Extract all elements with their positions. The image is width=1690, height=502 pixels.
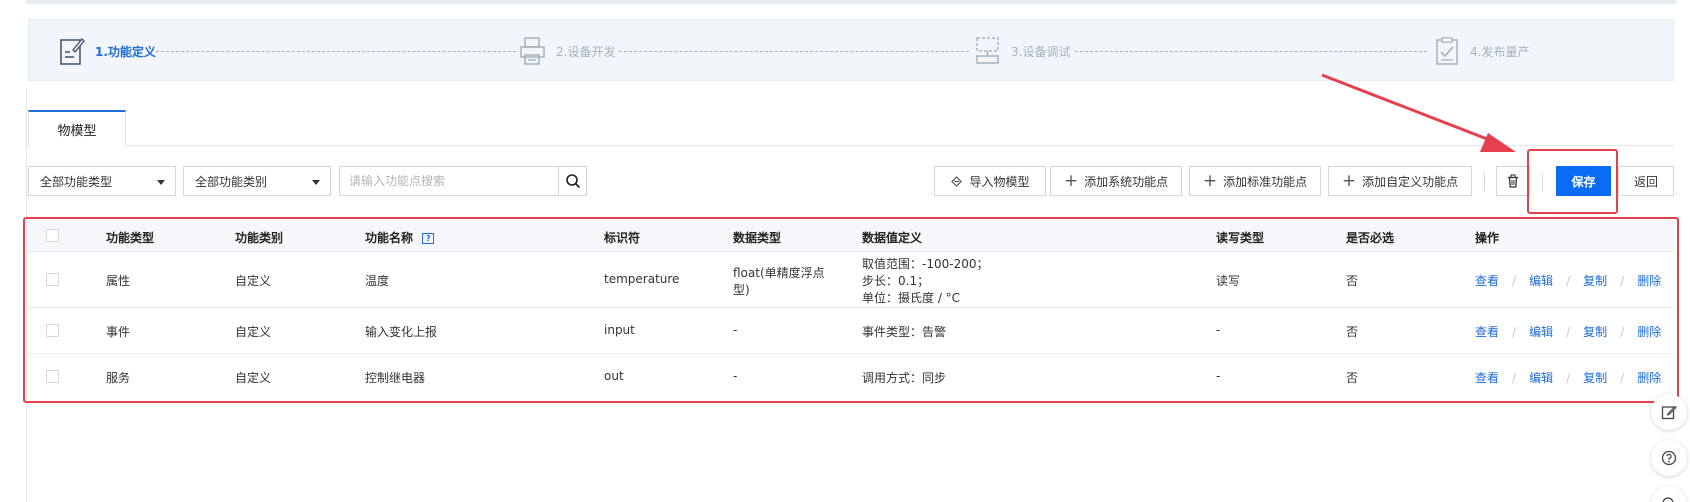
trash-icon <box>1506 174 1520 188</box>
divider <box>1484 173 1485 191</box>
clipboard-check-icon <box>1432 34 1462 68</box>
search-icon[interactable] <box>558 167 586 195</box>
step-label: 2.设备开发 <box>556 44 616 59</box>
add-system-label: 添加系统功能点 <box>1084 174 1169 189</box>
chevron-down-icon <box>312 180 320 185</box>
search-input[interactable] <box>340 167 550 195</box>
edit-float-button[interactable] <box>1651 394 1687 430</box>
add-custom-label: 添加自定义功能点 <box>1362 174 1459 189</box>
page: 1.功能定义 2.设备开发 3.设备调试 4.发布量产 物模型 全部功能类型 全… <box>0 0 1690 502</box>
tab-thing-model[interactable]: 物模型 <box>28 110 126 146</box>
import-label: 导入物模型 <box>969 174 1030 189</box>
step-connector <box>156 51 516 52</box>
table-highlight-box <box>23 217 1679 403</box>
function-category-select[interactable]: 全部功能类别 <box>183 166 331 196</box>
edit-icon <box>1661 404 1677 420</box>
printer-device-icon <box>518 34 548 68</box>
step-connector <box>1075 51 1427 52</box>
add-custom-function-button[interactable]: + 添加自定义功能点 <box>1328 166 1472 196</box>
function-type-select[interactable]: 全部功能类型 <box>28 166 176 196</box>
search-float-button[interactable] <box>1651 486 1687 502</box>
step-device-debug[interactable]: 3.设备调试 <box>973 34 1070 68</box>
document-edit-icon <box>57 34 87 68</box>
plus-icon: + <box>1341 170 1357 191</box>
back-button[interactable]: 返回 <box>1618 166 1674 196</box>
toolbar: 全部功能类型 全部功能类别 导入物模型 + 添加系统功能点 + 添加标准功能点 <box>28 166 1674 198</box>
debug-device-icon <box>973 34 1003 68</box>
plus-icon: + <box>1063 170 1079 191</box>
plus-icon: + <box>1202 170 1218 191</box>
import-icon <box>950 175 963 188</box>
step-function-definition[interactable]: 1.功能定义 <box>57 34 156 68</box>
step-connector <box>619 51 969 52</box>
step-release[interactable]: 4.发布量产 <box>1432 34 1529 68</box>
question-icon <box>1661 450 1677 466</box>
chevron-down-icon <box>157 180 165 185</box>
search-box <box>339 166 587 196</box>
step-label: 4.发布量产 <box>1470 44 1530 59</box>
step-device-development[interactable]: 2.设备开发 <box>518 34 615 68</box>
add-standard-label: 添加标准功能点 <box>1223 174 1308 189</box>
save-highlight-box <box>1527 149 1618 214</box>
add-standard-function-button[interactable]: + 添加标准功能点 <box>1189 166 1321 196</box>
import-model-button[interactable]: 导入物模型 <box>934 166 1046 196</box>
step-label: 1.功能定义 <box>95 44 156 59</box>
search-icon <box>1661 496 1677 502</box>
tab-divider <box>28 145 1674 146</box>
progress-steps: 1.功能定义 2.设备开发 3.设备调试 4.发布量产 <box>28 19 1674 81</box>
top-bar <box>26 0 1676 4</box>
delete-button[interactable] <box>1496 166 1530 196</box>
select-value: 全部功能类型 <box>40 174 113 189</box>
step-label: 3.设备调试 <box>1011 44 1071 59</box>
select-value: 全部功能类别 <box>195 174 268 189</box>
help-float-button[interactable] <box>1651 440 1687 476</box>
add-system-function-button[interactable]: + 添加系统功能点 <box>1050 166 1182 196</box>
